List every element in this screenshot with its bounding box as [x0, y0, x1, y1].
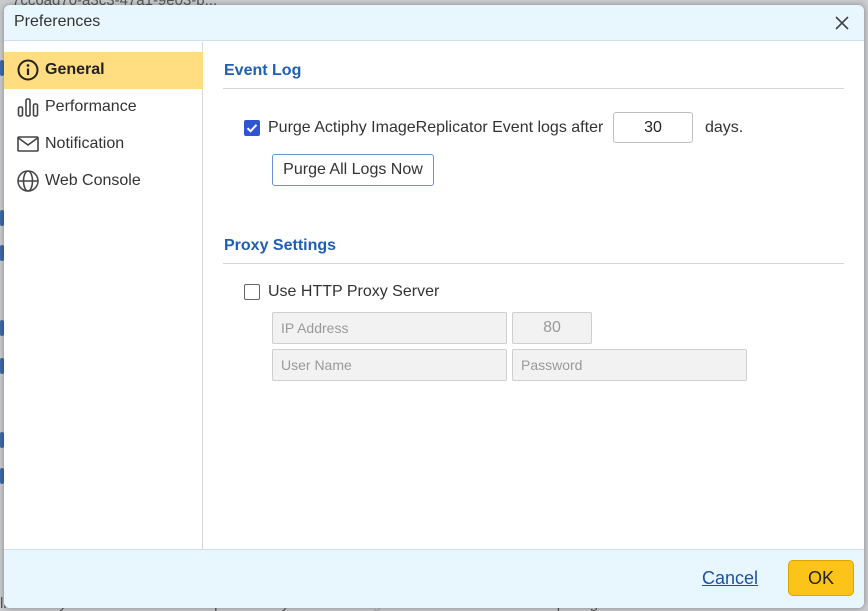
purge-days-input[interactable]: 30	[613, 112, 693, 143]
purge-all-logs-button[interactable]: Purge All Logs Now	[272, 154, 434, 186]
bar-chart-icon	[17, 98, 39, 117]
info-circle-icon	[17, 59, 39, 81]
sidebar-item-label: General	[45, 61, 105, 78]
use-proxy-checkbox[interactable]	[244, 284, 260, 300]
globe-icon	[17, 170, 39, 192]
sidebar-item-label: Notification	[45, 135, 125, 152]
purge-logs-label: Purge Actiphy ImageReplicator Event logs…	[268, 119, 604, 136]
close-button[interactable]	[832, 13, 852, 33]
password-field[interactable]: Password	[512, 349, 747, 381]
checkmark-icon	[246, 124, 258, 133]
sidebar-item-notification[interactable]: Notification	[4, 126, 203, 163]
envelope-icon	[17, 136, 39, 152]
section-divider	[223, 88, 844, 89]
sidebar-item-web-console[interactable]: Web Console	[4, 163, 203, 200]
sidebar: General Performance Notification Web Con…	[4, 42, 203, 549]
dialog-footer: Cancel OK	[4, 549, 864, 608]
username-field[interactable]: User Name	[272, 349, 507, 381]
sidebar-item-label: Web Console	[45, 172, 141, 189]
dialog-title: Preferences	[14, 13, 101, 30]
settings-panel: Event Log Purge Actiphy ImageReplicator …	[204, 42, 864, 549]
ok-button[interactable]: OK	[788, 560, 854, 596]
section-title-event-log: Event Log	[224, 62, 302, 79]
close-icon	[835, 16, 849, 30]
port-field[interactable]: 80	[512, 312, 592, 344]
ip-address-field[interactable]: IP Address	[272, 312, 507, 344]
purge-logs-checkbox[interactable]	[244, 120, 260, 136]
dialog-titlebar: Preferences	[4, 5, 864, 41]
section-title-proxy: Proxy Settings	[224, 237, 337, 254]
use-proxy-label: Use HTTP Proxy Server	[268, 283, 440, 300]
days-label: days.	[705, 119, 744, 136]
sidebar-item-performance[interactable]: Performance	[4, 89, 203, 126]
sidebar-item-label: Performance	[45, 98, 137, 115]
sidebar-item-general[interactable]: General	[4, 52, 203, 89]
preferences-dialog: Preferences General Performance Notifica…	[4, 5, 864, 608]
section-divider	[223, 263, 844, 264]
cancel-button[interactable]: Cancel	[702, 568, 758, 589]
